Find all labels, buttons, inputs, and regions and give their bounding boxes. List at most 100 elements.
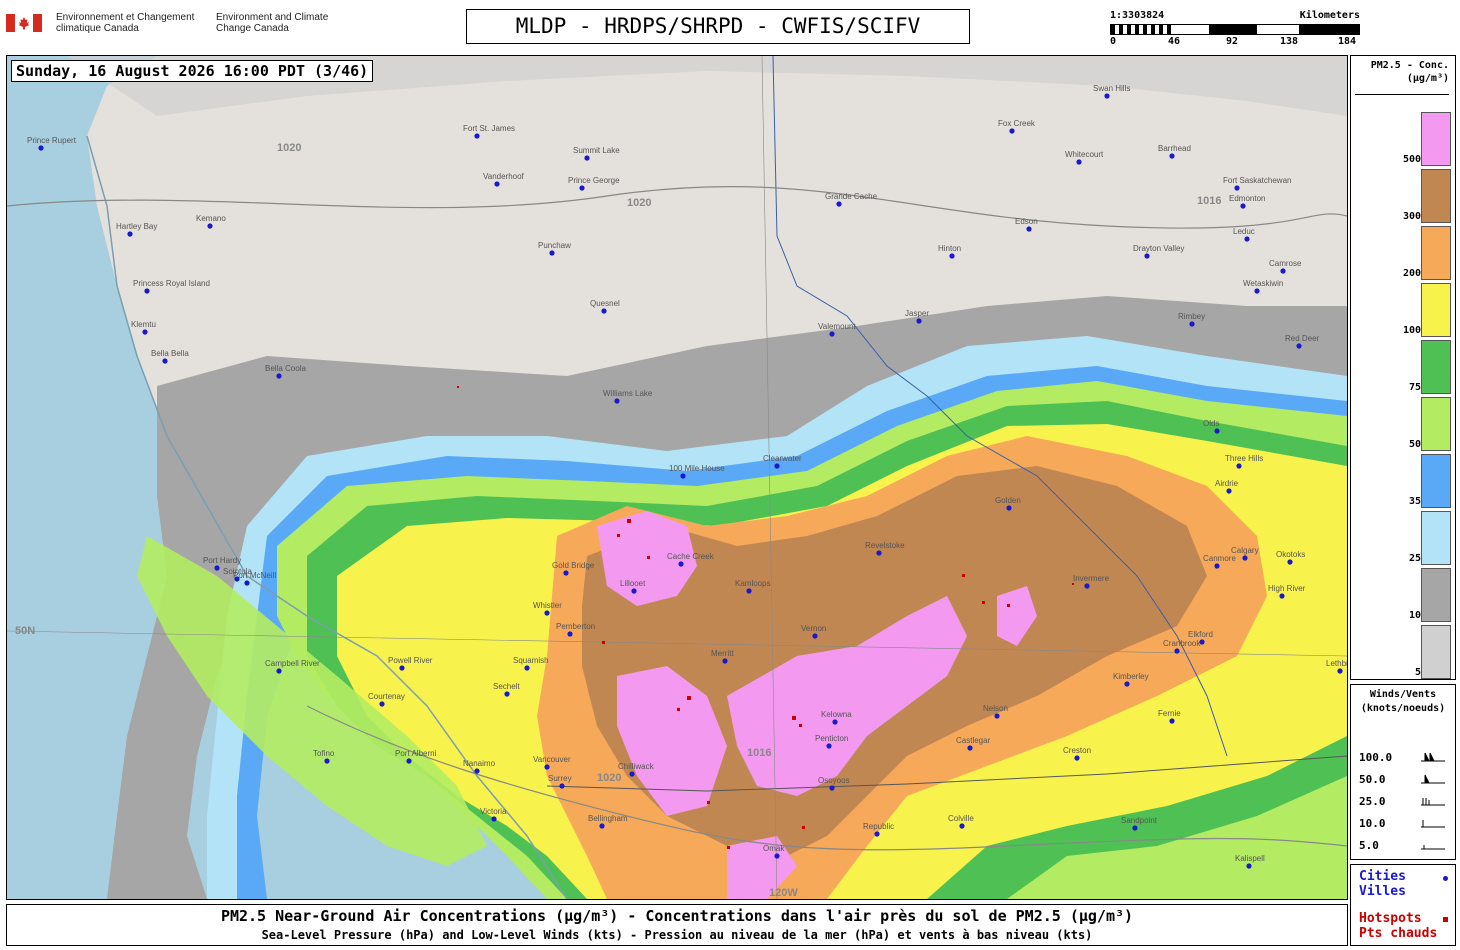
city-name: Osoyoos <box>818 776 850 785</box>
grid-label-120w: 120W <box>769 887 798 899</box>
hotspots-label-en: Hotspots <box>1359 911 1422 926</box>
pm25-legend-title: PM2.5 - Conc. (µg/m³) <box>1351 59 1449 85</box>
city-name: Fort St. James <box>463 124 515 133</box>
city-name: Fort Saskatchewan <box>1223 176 1291 185</box>
wind-legend-title-line1: Winds/Vents <box>1369 689 1437 700</box>
scale-unit: Kilometers <box>1299 10 1360 21</box>
city-dot-icon <box>812 633 818 639</box>
wind-barb-icons <box>1421 752 1445 850</box>
city-dot-icon <box>1104 93 1110 99</box>
wind-speed: 50.0 <box>1359 773 1386 786</box>
city-name: Williams Lake <box>603 389 653 398</box>
city-dot-icon <box>774 853 780 859</box>
city-dot-icon <box>491 816 497 822</box>
city-dot-icon <box>680 473 686 479</box>
city-dot-icon <box>836 201 842 207</box>
wind-row: 25.0 <box>1359 795 1386 808</box>
city-name: Creston <box>1063 746 1091 755</box>
government-name-french: Environnement et Changement climatique C… <box>56 12 195 34</box>
legend-level-75: 75 <box>1408 382 1421 393</box>
city-dot-icon <box>1144 253 1150 259</box>
city-dot-icon <box>1169 718 1175 724</box>
legend-divider <box>1355 94 1449 95</box>
wind-legend: Winds/Vents (knots/noeuds) 100.0 50.0 25… <box>1350 684 1456 860</box>
city-name: Hinton <box>938 244 961 253</box>
scale-bar: 1:3303824 Kilometers 0 46 92 138 184 <box>1110 10 1360 50</box>
legend-swatch-10 <box>1421 568 1451 622</box>
city-name: Omak <box>763 844 785 853</box>
city-name: Port Hardy <box>203 556 241 565</box>
city-name: Invermere <box>1073 574 1110 583</box>
city-dot-icon <box>916 318 922 324</box>
city-name: Sandpoint <box>1121 816 1158 825</box>
city-name: Summit Lake <box>573 146 620 155</box>
legend-level-25: 25 <box>1408 553 1421 564</box>
city-name: Revelstoke <box>865 541 905 550</box>
isobar-label: 1016 <box>1197 195 1221 207</box>
isobar-label: 1020 <box>597 772 621 784</box>
legend-swatch-5 <box>1421 625 1451 679</box>
legend-swatch-25 <box>1421 511 1451 565</box>
city-dot-icon <box>494 181 500 187</box>
city-dot-icon <box>1026 226 1032 232</box>
city-name: Kimberley <box>1113 672 1149 681</box>
city-name: Port Alberni <box>395 749 437 758</box>
wind-speed: 25.0 <box>1359 795 1386 808</box>
city-name: Airdrie <box>1215 479 1239 488</box>
legend-swatch-500 <box>1421 112 1451 166</box>
forecast-map[interactable]: 1020 1020 1016 1016 1020 50N 120W Prince… <box>6 55 1348 900</box>
city-name: Kemano <box>196 214 226 223</box>
city-name: Hartley Bay <box>116 222 157 231</box>
city-name: Kelowna <box>821 710 852 719</box>
city-name: Sechelt <box>493 682 520 691</box>
wind-speed: 10.0 <box>1359 817 1386 830</box>
city-dot-icon <box>1234 185 1240 191</box>
city-dot-icon <box>1254 288 1260 294</box>
city-dot-icon <box>162 358 168 364</box>
city-dot-icon <box>1244 236 1250 242</box>
city-name: Fox Creek <box>998 119 1036 128</box>
scale-tick-138: 138 <box>1280 36 1299 47</box>
city-dot-icon <box>207 223 213 229</box>
points-legend: Cities Villes Hotspots Pts chauds <box>1350 864 1456 946</box>
city-name: Lethbridge <box>1326 659 1347 668</box>
city-dot-icon <box>549 250 555 256</box>
pm25-legend-title-line2: (µg/m³) <box>1406 73 1449 84</box>
isobar-label: 1016 <box>747 747 771 759</box>
wind-speed: 5.0 <box>1359 839 1379 852</box>
city-dot-icon <box>524 665 530 671</box>
legend-swatch-200 <box>1421 226 1451 280</box>
city-name: Edmonton <box>1229 194 1265 203</box>
city-name: 100 Mile House <box>669 464 725 473</box>
city-dot-icon <box>144 288 150 294</box>
page-title: MLDP - HRDPS/SHRPD - CWFIS/SCIFV <box>466 9 970 44</box>
city-name: Vancouver <box>533 755 571 764</box>
city-dot-icon <box>1006 505 1012 511</box>
city-name: Three Hills <box>1225 454 1263 463</box>
city-name: Republic <box>863 822 894 831</box>
city-name: Surrey <box>548 774 572 783</box>
city-dot-icon <box>579 185 585 191</box>
cities-legend-label: Cities Villes <box>1359 869 1406 899</box>
caption-sub: Sea-Level Pressure (hPa) and Low-Level W… <box>261 928 1093 942</box>
city-dot-icon <box>1226 488 1232 494</box>
city-name: Powell River <box>388 656 433 665</box>
city-name: Tofino <box>313 749 335 758</box>
city-dot-icon <box>142 329 148 335</box>
scale-tick-184: 184 <box>1338 36 1357 47</box>
city-name: Gold Bridge <box>552 561 595 570</box>
legend-swatch-300 <box>1421 169 1451 223</box>
city-name: Castlegar <box>956 736 991 745</box>
city-dot-icon <box>1287 559 1293 565</box>
city-dot-icon <box>324 758 330 764</box>
map-caption: PM2.5 Near-Ground Air Concentrations (µg… <box>6 904 1348 946</box>
city-dot-icon <box>1296 343 1302 349</box>
city-dot-icon <box>1242 555 1248 561</box>
legend-swatch-100 <box>1421 283 1451 337</box>
city-dot-icon <box>1124 681 1130 687</box>
city-dot-icon <box>774 463 780 469</box>
city-dot-icon <box>1246 863 1252 869</box>
city-name: Campbell River <box>265 659 320 668</box>
city-name: Valemount <box>818 322 856 331</box>
city-dot-icon <box>1214 428 1220 434</box>
